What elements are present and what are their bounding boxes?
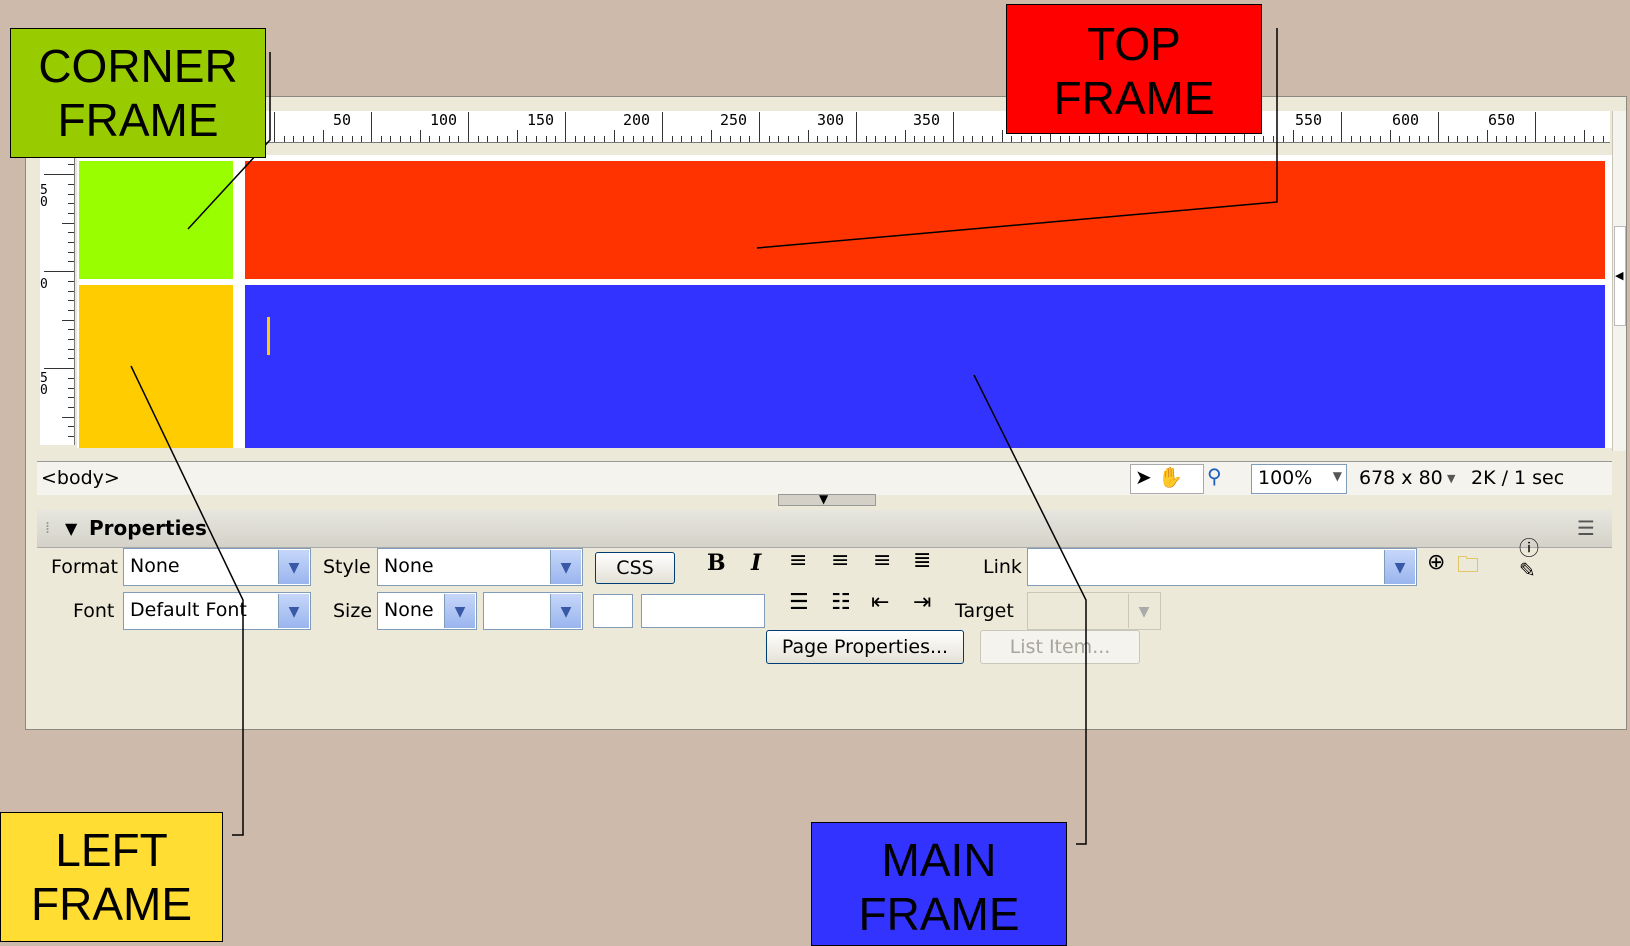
left-leader-line (130, 365, 244, 836)
corner-frame-callout-text: CORNER FRAME (38, 40, 238, 146)
left-frame-callout: LEFT FRAME (0, 812, 223, 942)
main-leader-line (973, 374, 1087, 845)
left-frame-callout-text: LEFT FRAME (31, 824, 192, 930)
top-frame-callout: TOP FRAME (1006, 4, 1262, 134)
main-frame-callout: MAIN FRAME (811, 822, 1067, 946)
corner-frame-callout: CORNER FRAME (10, 28, 266, 158)
main-frame-callout-text: MAIN FRAME (858, 834, 1020, 940)
top-frame-callout-text: TOP FRAME (1053, 18, 1215, 124)
